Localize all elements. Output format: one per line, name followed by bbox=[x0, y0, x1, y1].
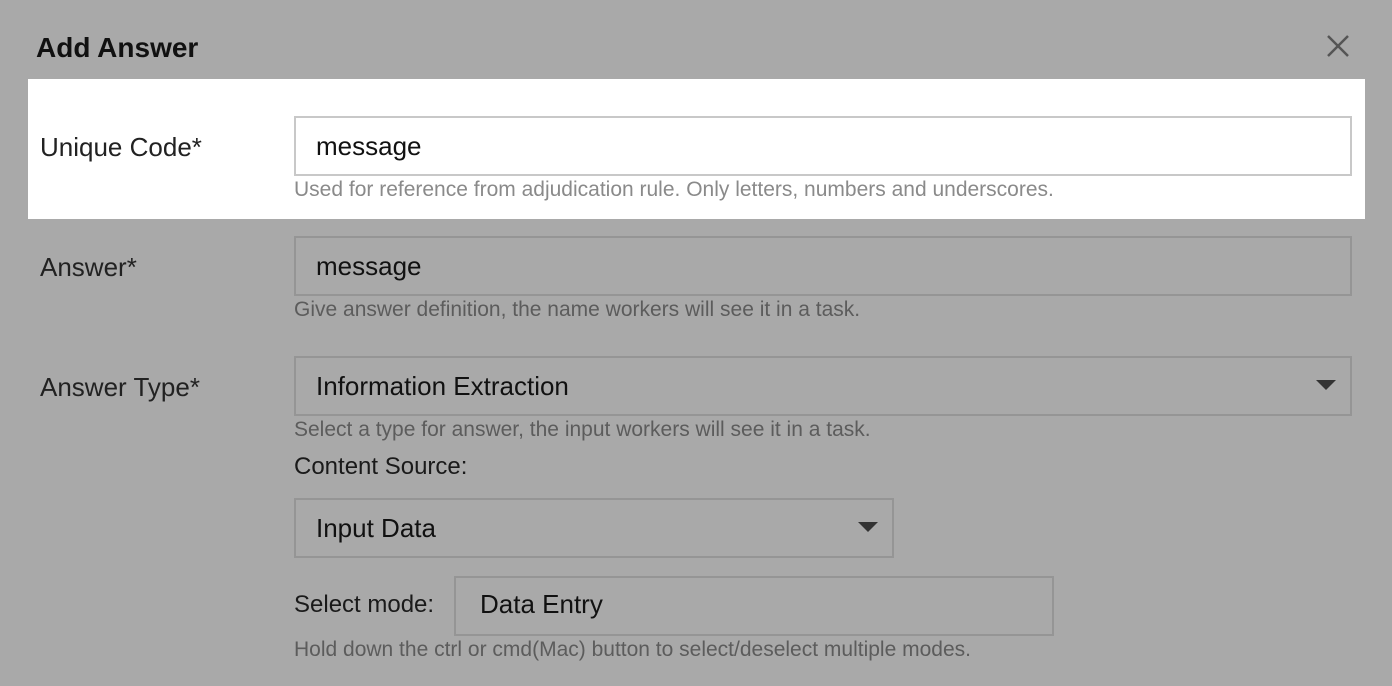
answer-type-selected-value: Information Extraction bbox=[316, 371, 569, 401]
answer-type-select[interactable]: Information Extraction bbox=[294, 356, 1352, 416]
unique-code-hint: Used for reference from adjudication rul… bbox=[294, 178, 1054, 201]
answer-type-label: Answer Type* bbox=[40, 372, 200, 402]
unique-code-input[interactable]: message bbox=[294, 116, 1352, 176]
chevron-down-icon bbox=[858, 522, 878, 532]
unique-code-label: Unique Code* bbox=[40, 132, 202, 162]
content-source-label: Content Source: bbox=[294, 453, 468, 480]
answer-label: Answer* bbox=[40, 252, 137, 282]
content-source-selected-value: Input Data bbox=[316, 513, 436, 543]
answer-hint: Give answer definition, the name workers… bbox=[294, 298, 861, 321]
answer-type-hint: Select a type for answer, the input work… bbox=[294, 418, 871, 441]
select-mode-option[interactable]: Data Entry bbox=[480, 578, 1052, 630]
select-mode-label: Select mode: bbox=[294, 591, 435, 618]
answer-input[interactable]: message bbox=[294, 236, 1352, 296]
close-button[interactable] bbox=[1320, 28, 1356, 64]
select-mode-hint: Hold down the ctrl or cmd(Mac) button to… bbox=[294, 638, 971, 661]
close-icon bbox=[1327, 35, 1349, 57]
chevron-down-icon bbox=[1316, 380, 1336, 390]
content-source-select[interactable]: Input Data bbox=[294, 498, 894, 558]
dialog-title: Add Answer bbox=[36, 32, 199, 63]
select-mode-listbox[interactable]: Data Entry bbox=[454, 576, 1054, 636]
